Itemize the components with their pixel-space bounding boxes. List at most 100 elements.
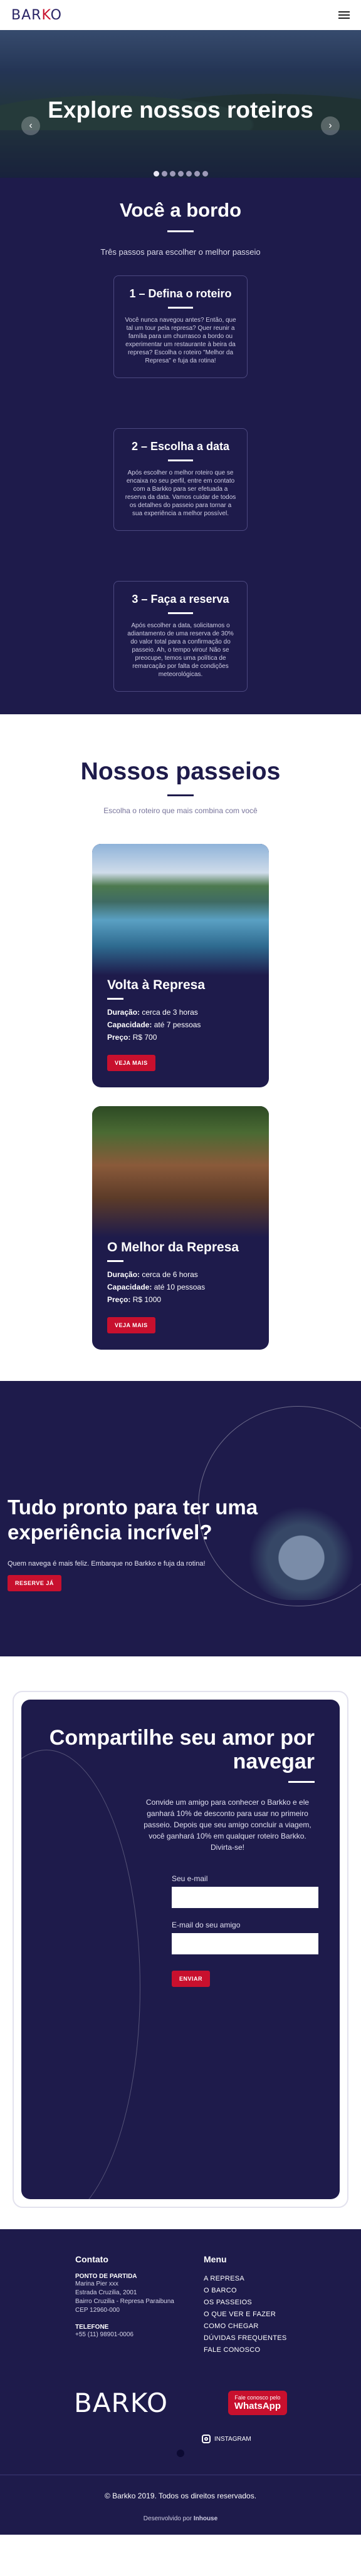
tour-divider [107,1260,123,1262]
address-line: Bairro Cruzilia - Represa Paraibuna [75,2298,174,2305]
chevron-left-icon[interactable]: ‹ [21,116,40,135]
scroll-dot [177,2450,184,2457]
share-text: Convide um amigo para conhecer o Barkko … [144,1798,311,1852]
price-label: Preço: [107,1033,131,1042]
steps-section: Você a bordo Três passos para escolher o… [0,178,361,714]
step-title: 1 – Defina o roteiro [129,287,232,300]
capacity-label: Capacidade: [107,1020,152,1029]
tour-price: R$ 700 [132,1033,157,1042]
tour-duration: cerca de 6 horas [142,1270,198,1279]
tour-capacity: até 7 pessoas [154,1020,201,1029]
footer-menu-item[interactable]: OS PASSEIOS [204,2297,287,2309]
tours-title: Nossos passeios [80,758,281,785]
contact-title: Contato [75,2254,108,2264]
footer-menu-item[interactable]: COMO CHEGAR [204,2321,287,2332]
developer-credit: Desenvolvido por Inhouse [0,2500,361,2535]
reserve-button[interactable]: RESERVE JÁ [8,1575,61,1591]
instagram-link[interactable]: INSTAGRAM [0,2418,361,2443]
step-title: 3 – Faça a reserva [132,593,229,605]
capacity-label: Capacidade: [107,1283,152,1291]
developer-name[interactable]: Inhouse [194,2515,217,2522]
slider-dot[interactable] [194,171,200,177]
see-more-button[interactable]: VEJA MAIS [107,1055,155,1071]
slider-dot[interactable] [161,171,167,177]
menu-title: Menu [204,2254,227,2264]
step-divider [168,307,193,309]
share-frame: Compartilhe seu amor por navegar Convide… [13,1691,348,2208]
instagram-icon [202,2435,211,2443]
slider-dot[interactable] [153,171,159,177]
barkko-logo[interactable]: BARKO [11,8,62,23]
step-card: 1 – Defina o roteiro Você nunca navegou … [113,275,248,378]
hero-slider: Explore nossos roteiros ‹ › [0,30,361,178]
tour-name: Volta à Represa [107,978,206,992]
whatsapp-label: WhatsApp [234,2401,281,2411]
share-title: Compartilhe seu amor por navegar [49,1726,315,1773]
slider-dot[interactable] [186,171,192,177]
footer-logo[interactable]: BARKO [74,2388,168,2418]
share-panel: Compartilhe seu amor por navegar Convide… [21,1700,340,2199]
slider-dots [0,171,361,177]
footer-menu-item[interactable]: O BARCO [204,2285,287,2297]
phone-number[interactable]: +55 (11) 98901-0006 [75,2331,204,2339]
slider-dot[interactable] [177,171,184,177]
whatsapp-button[interactable]: Fale conosco pelo WhatsApp [228,2391,287,2415]
cta-text: Quem navega é mais feliz. Embarque no Ba… [8,1560,206,1568]
friend-email-field[interactable] [172,1933,318,1954]
address-line: Estrada Cruzilia, 2001 [75,2289,137,2296]
steps-title: Você a bordo [119,199,242,221]
tour-card[interactable]: O Melhor da Represa Duração: cerca de 6 … [92,1106,269,1350]
instagram-label: INSTAGRAM [214,2435,251,2443]
address-line: CEP 12960-000 [75,2307,120,2314]
tours-subtitle: Escolha o roteiro que mais combina com v… [103,806,258,815]
title-divider [167,794,194,796]
cta-title: Tudo pronto para ter uma experiência inc… [8,1496,258,1544]
slider-dot[interactable] [202,171,208,177]
email-label: Seu e-mail [172,1874,208,1883]
step-text: Você nunca navegou antes? Então, que tal… [125,317,236,364]
step-text: Após escolher a data, solicitamos o adia… [127,622,234,678]
footer-menu-item[interactable]: O QUE VER E FAZER [204,2309,287,2321]
tour-divider [107,998,123,1000]
tour-card[interactable]: Volta à Represa Duração: cerca de 3 hora… [92,844,269,1087]
address-line: Marina Pier xxx [75,2281,118,2287]
send-button[interactable]: ENVIAR [172,1971,211,1987]
contact-column: Contato PONTO DE PARTIDA Marina Pier xxx… [75,2254,204,2356]
whatsapp-caption: Fale conosco pelo [234,2394,281,2401]
share-section: Compartilhe seu amor por navegar Convide… [0,1656,361,2229]
price-label: Preço: [107,1295,131,1304]
phone-label: TELEFONE [75,2324,109,2331]
cta-section: Tudo pronto para ter uma experiência inc… [0,1381,361,1656]
copyright: © Barkko 2019. Todos os direitos reserva… [0,2475,361,2500]
chevron-right-icon[interactable]: › [321,116,340,135]
tour-price: R$ 1000 [132,1295,162,1304]
tour-capacity: até 10 pessoas [154,1283,206,1291]
footer-menu-item[interactable]: DÚVIDAS FREQUENTES [204,2332,287,2344]
developed-by-label: Desenvolvido por [143,2515,192,2522]
step-card: 3 – Faça a reserva Após escolher a data,… [113,581,248,692]
step-card: 2 – Escolha a data Após escolher o melho… [113,428,248,531]
duration-label: Duração: [107,1270,140,1279]
step-divider [168,459,193,461]
hamburger-icon[interactable] [338,11,350,19]
title-divider [167,230,194,232]
steps-subtitle: Três passos para escolher o melhor passe… [100,247,261,257]
friend-email-label: E-mail do seu amigo [172,1921,241,1929]
tour-duration: cerca de 3 horas [142,1008,198,1017]
tours-section: Nossos passeios Escolha o roteiro que ma… [0,714,361,1381]
tour-image [92,1106,269,1238]
step-divider [168,612,193,614]
decorative-ring [21,1750,140,2199]
email-field[interactable] [172,1887,318,1908]
top-bar: BARKO [0,0,361,30]
slider-dot[interactable] [169,171,175,177]
footer-menu-item[interactable]: A REPRESA [204,2273,287,2285]
footer: Contato PONTO DE PARTIDA Marina Pier xxx… [0,2229,361,2535]
footer-menu-item[interactable]: FALE CONOSCO [204,2344,287,2356]
see-more-button[interactable]: VEJA MAIS [107,1317,155,1333]
step-title: 2 – Escolha a data [131,440,230,453]
title-divider [288,1781,315,1783]
tour-image [92,844,269,975]
departure-label: PONTO DE PARTIDA [75,2273,137,2280]
referral-form: Seu e-mail E-mail do seu amigo ENVIAR [172,1874,318,1987]
